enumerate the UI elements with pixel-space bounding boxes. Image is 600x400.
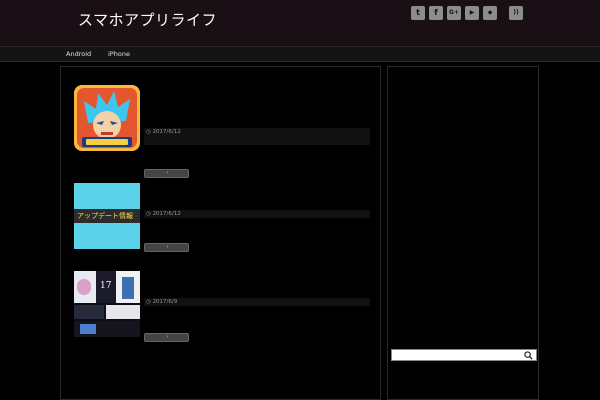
search-box	[391, 349, 537, 361]
collage-number: 17	[100, 281, 112, 291]
read-more-button[interactable]: ›	[144, 333, 189, 342]
nav-item-android[interactable]: Android	[66, 50, 91, 58]
feedly-icon[interactable]: ◆	[483, 6, 497, 20]
post-thumbnail-update[interactable]: アップデート情報	[74, 183, 140, 249]
site-header: スマホアプリライフ t f G+ ▶ ◆ ))	[0, 0, 600, 46]
post-thumbnail-dokkan[interactable]	[74, 85, 140, 151]
chevron-right-icon: ›	[166, 244, 169, 250]
nav-item-iphone[interactable]: iPhone	[108, 50, 130, 58]
collage-tile-7	[106, 305, 140, 319]
twitter-icon[interactable]: t	[411, 6, 425, 20]
post-date: 2017/6/12	[152, 129, 181, 135]
dokkan-battle-icon	[74, 85, 140, 151]
chevron-right-icon: ›	[166, 170, 169, 176]
post-meta: ◷ 2017/6/12	[144, 128, 370, 145]
collage-tile-5	[122, 277, 134, 299]
youtube-icon[interactable]: ▶	[465, 6, 479, 20]
search-input[interactable]	[392, 350, 522, 360]
chevron-right-icon: ›	[166, 334, 169, 340]
post-thumbnail-games[interactable]: 17	[74, 271, 140, 337]
collage-tile-6	[74, 305, 104, 319]
update-info-label: アップデート情報	[77, 212, 133, 220]
read-more-button[interactable]: ›	[144, 243, 189, 252]
post-date: 2017/6/9	[152, 299, 178, 305]
clock-icon: ◷	[146, 129, 151, 135]
collage-tile-2	[77, 279, 91, 295]
google-plus-icon[interactable]: G+	[447, 6, 461, 20]
site-title[interactable]: スマホアプリライフ	[78, 9, 217, 30]
collage-tile-9	[80, 324, 96, 334]
sidebar	[387, 66, 539, 400]
clock-icon: ◷	[146, 211, 151, 217]
post-meta: ◷ 2017/6/9	[144, 298, 370, 306]
main-nav: Android iPhone	[0, 46, 600, 62]
facebook-icon[interactable]: f	[429, 6, 443, 20]
post-list: ◷ 2017/6/12 › アップデート情報 ◷ 2017/6/12 › 17 …	[60, 66, 381, 400]
rss-icon[interactable]: ))	[509, 6, 523, 20]
clock-icon: ◷	[146, 299, 151, 305]
post-meta: ◷ 2017/6/12	[144, 210, 370, 218]
read-more-button[interactable]: ›	[144, 169, 189, 178]
post-date: 2017/6/12	[152, 211, 181, 217]
search-icon[interactable]	[524, 351, 533, 360]
